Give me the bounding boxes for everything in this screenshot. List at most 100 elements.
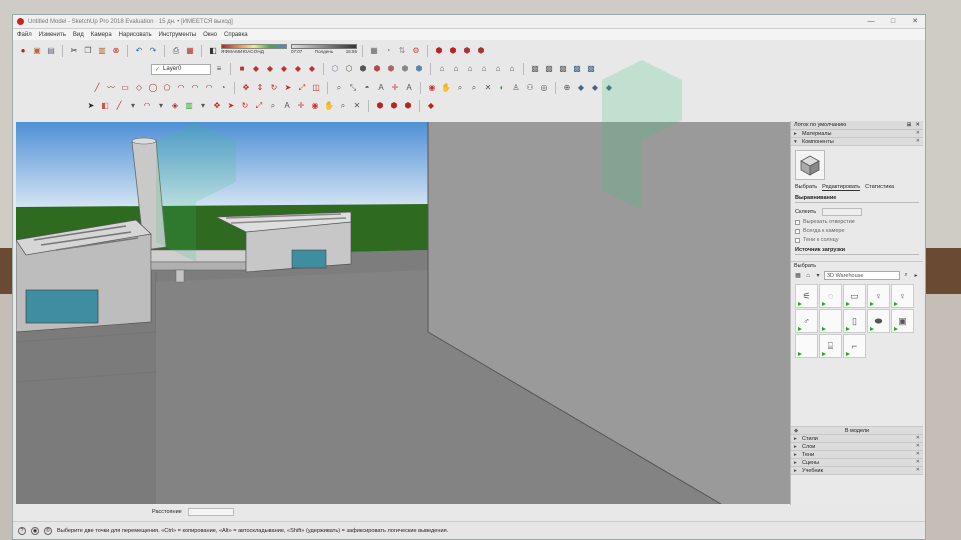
solid-subtract-icon[interactable]: ⌂ <box>492 63 504 75</box>
xray-icon[interactable]: ⬡ <box>329 63 341 75</box>
shaded-icon[interactable]: ⬢ <box>371 63 383 75</box>
tab-select[interactable]: Выбрать <box>795 184 817 191</box>
section-cuts-icon[interactable]: ⇅ <box>396 45 408 57</box>
stamp-icon[interactable]: ▩ <box>571 63 583 75</box>
solid-outer-shell-icon[interactable]: ⌂ <box>450 63 462 75</box>
navigation-dropdown-icon[interactable]: ▾ <box>814 272 822 280</box>
axes-tool2-icon[interactable]: ✛ <box>295 100 307 112</box>
component-thumbnail[interactable]: ▯ <box>843 309 866 333</box>
home-icon[interactable]: ⌂ <box>804 272 812 280</box>
back-edges-icon[interactable]: ⬢ <box>413 63 425 75</box>
follow-me-icon[interactable]: ➤ <box>282 82 294 94</box>
section-plane-icon[interactable]: ▦ <box>368 45 380 57</box>
monochrome-icon[interactable]: ⬢ <box>399 63 411 75</box>
solid-intersect-icon[interactable]: ⌂ <box>464 63 476 75</box>
3d-text-icon[interactable]: A <box>403 82 415 94</box>
component-thumbnail[interactable]: ♀ <box>867 284 890 308</box>
hidden-line-icon[interactable]: ⬢ <box>357 63 369 75</box>
component-thumbnail[interactable] <box>795 334 818 358</box>
textured-icon[interactable]: ⬢ <box>385 63 397 75</box>
text-tool-icon[interactable]: A <box>281 100 293 112</box>
back-view-icon[interactable]: ◆ <box>292 63 304 75</box>
section-fill-icon[interactable]: ◔ <box>382 45 394 57</box>
checkbox[interactable] <box>795 237 800 243</box>
close-section-icon[interactable]: ✕ <box>916 130 920 136</box>
select-icon[interactable]: ➤ <box>85 100 97 112</box>
top-view-icon[interactable]: ◆ <box>264 63 276 75</box>
solid-trim-icon[interactable]: ⌂ <box>506 63 518 75</box>
axes-icon[interactable]: ⚙ <box>410 45 422 57</box>
smoove-icon[interactable]: ▩ <box>557 63 569 75</box>
rotate-tool-icon[interactable]: ↻ <box>239 100 251 112</box>
polygon-icon[interactable]: ⬠ <box>161 82 173 94</box>
view-options-icon[interactable]: ▦ <box>794 272 802 280</box>
shape-icon[interactable]: ▾ <box>127 100 139 112</box>
shadows-toggle-icon[interactable]: ◧ <box>207 45 219 57</box>
scale-tool-icon[interactable]: ⤢ <box>253 100 265 112</box>
pin-icon[interactable]: ⊞ <box>907 122 912 128</box>
component-thumbnail[interactable] <box>819 309 842 333</box>
checkbox[interactable] <box>795 219 800 225</box>
paste-icon[interactable]: ▥ <box>96 45 108 57</box>
save-icon[interactable]: ▤ <box>45 45 57 57</box>
option-face-camera[interactable]: Всегда к камере <box>795 228 919 234</box>
model-info-icon[interactable]: ▦ <box>184 45 196 57</box>
extension-warehouse-icon[interactable]: ⬢ <box>447 45 459 57</box>
circle-icon[interactable]: ◯ <box>147 82 159 94</box>
rectangle-icon[interactable]: ▭ <box>119 82 131 94</box>
shadow-date-slider[interactable]: ЯФМАМИЮАСОНД <box>221 44 289 58</box>
zoom-icon[interactable]: ⌕ <box>454 82 466 94</box>
offset-icon[interactable]: ◫ <box>310 82 322 94</box>
zoom-tool-icon[interactable]: ⌕ <box>337 100 349 112</box>
option-shadows-sun[interactable]: Тени к солнцу <box>795 237 919 243</box>
menu-window[interactable]: Окно <box>203 32 217 38</box>
iso-view-icon[interactable]: ◆ <box>250 63 262 75</box>
add-location-icon[interactable]: ⊕ <box>561 82 573 94</box>
extension-tool-icon[interactable]: ⬢ <box>388 100 400 112</box>
menu-camera[interactable]: Камера <box>91 32 112 38</box>
help-icon[interactable]: ? <box>18 526 26 535</box>
wireframe-icon[interactable]: ⬡ <box>343 63 355 75</box>
menu-help[interactable]: Справка <box>224 32 248 38</box>
checkbox[interactable] <box>795 228 800 234</box>
previous-view-icon[interactable]: ◐ <box>496 82 508 94</box>
3d-viewport[interactable] <box>16 122 790 504</box>
rotated-rectangle-icon[interactable]: ◇ <box>133 82 145 94</box>
zoom-window-icon[interactable]: ⌕ <box>468 82 480 94</box>
share-model-icon[interactable]: ⬢ <box>461 45 473 57</box>
shadows-section[interactable]: ▸ Тени ✕ <box>791 451 923 459</box>
photo-textures-icon[interactable]: ◆ <box>603 82 615 94</box>
materials-section[interactable]: ▸ Материалы ✕ <box>791 130 923 138</box>
warehouse-icon[interactable]: ⬢ <box>433 45 445 57</box>
drape-icon[interactable]: ▩ <box>585 63 597 75</box>
instructor-section[interactable]: ▸ Учебник ✕ <box>791 467 923 475</box>
look-around-icon[interactable]: ◎ <box>538 82 550 94</box>
orbit-icon[interactable]: ◉ <box>426 82 438 94</box>
erase-icon[interactable]: ⊗ <box>110 45 122 57</box>
component-thumbnail[interactable]: ◌ <box>819 284 842 308</box>
pencil-icon[interactable]: ╱ <box>113 100 125 112</box>
arc-icon[interactable]: ◠ <box>175 82 187 94</box>
menu-draw[interactable]: Нарисовать <box>119 32 152 38</box>
orbit-tool-icon[interactable]: ◉ <box>309 100 321 112</box>
menu-file[interactable]: Файл <box>17 32 32 38</box>
sandbox-from-scratch-icon[interactable]: ▩ <box>543 63 555 75</box>
freehand-icon[interactable]: 〰 <box>105 82 117 94</box>
right-view-icon[interactable]: ◆ <box>278 63 290 75</box>
arc-3pt-icon[interactable]: ◠ <box>203 82 215 94</box>
warehouse-search-input[interactable]: 3D Warehouse <box>824 271 900 280</box>
arc-2pt-icon[interactable]: ◠ <box>189 82 201 94</box>
tape-tool-icon[interactable]: ⌕ <box>267 100 279 112</box>
component-thumbnail[interactable]: ⚟ <box>795 284 818 308</box>
component-thumbnail[interactable]: ▭ <box>843 284 866 308</box>
component-thumbnail[interactable]: ♂ <box>795 309 818 333</box>
open-icon[interactable]: ▣ <box>31 45 43 57</box>
layers-section[interactable]: ▸ Слои ✕ <box>791 443 923 451</box>
rotate-icon[interactable]: ↻ <box>268 82 280 94</box>
paint-bucket-icon[interactable]: ◈ <box>169 100 181 112</box>
credits-icon[interactable]: © <box>44 526 52 535</box>
eraser-icon[interactable]: ◧ <box>99 100 111 112</box>
follow-tool-icon[interactable]: ➤ <box>225 100 237 112</box>
make-component-icon[interactable]: ▾ <box>155 100 167 112</box>
pushpull-dropdown-icon[interactable]: ▾ <box>197 100 209 112</box>
